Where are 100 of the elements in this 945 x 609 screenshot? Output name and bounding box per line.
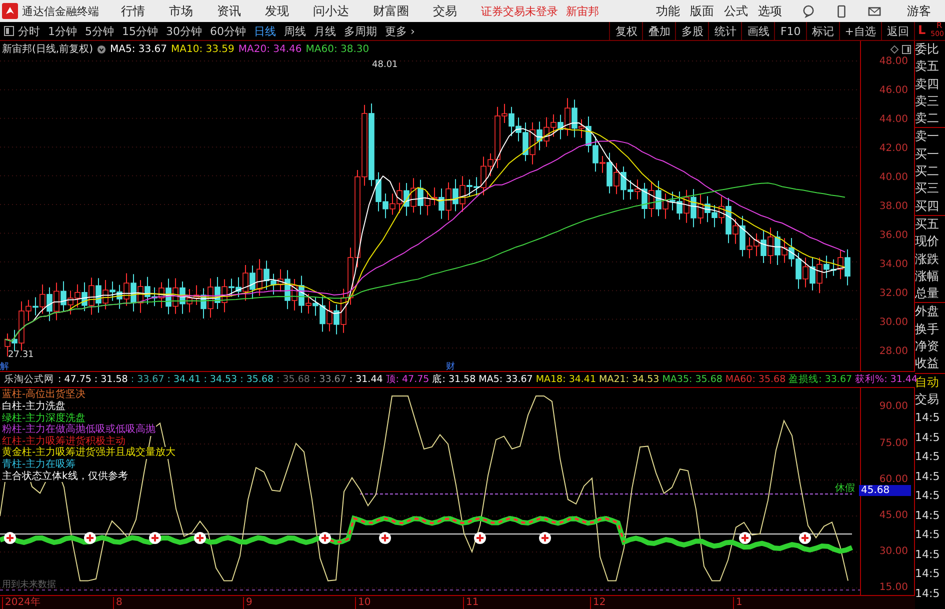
future-data-note: 用到未来数据	[2, 580, 56, 590]
indicator-value: : 31.44	[349, 374, 383, 386]
quote-label: 买四	[915, 198, 940, 215]
axis-label: 32.00	[878, 289, 909, 299]
ma-value: MA10: 33.59	[171, 44, 234, 54]
quote-label: 涨幅	[915, 268, 940, 285]
trade-time: 14:5	[915, 586, 941, 602]
indicator-value: : 47.75	[58, 374, 92, 386]
trade-time: 14:5	[915, 488, 941, 504]
indicator-value: : 31.58	[94, 374, 128, 386]
quote-label: 买一	[915, 146, 940, 163]
ma-value: MA60: 38.30	[306, 44, 370, 54]
axis-label: 38.00	[878, 202, 909, 212]
panel-toggle-icon[interactable]	[4, 26, 14, 36]
logo-icon	[2, 3, 18, 19]
axis-label: 34.00	[878, 260, 909, 270]
axis-label: 28.00	[878, 347, 909, 357]
menu-item[interactable]: 财富圈	[373, 2, 409, 20]
menu-item[interactable]: 版面	[690, 2, 714, 20]
quote-label: 涨跌	[915, 250, 940, 268]
legend-item: 黄金柱-主力吸筹进货强并且成交量放大	[2, 447, 176, 459]
legend-item: 白柱-主力洗盘	[2, 400, 66, 413]
ma-value: MA5: 33.67	[110, 44, 167, 54]
guest-user[interactable]: 游客	[907, 2, 931, 20]
more-tab[interactable]: 更多 ›	[385, 24, 415, 38]
auto-label[interactable]: 自动	[915, 372, 945, 391]
period-tab[interactable]: 月线	[314, 24, 336, 38]
panel-toggle-icon[interactable]	[902, 44, 911, 54]
event-marker[interactable]: 财	[446, 362, 455, 371]
trade-time: 14:5	[915, 527, 941, 544]
quote-label: 现价	[915, 233, 940, 250]
axis-label: 46.00	[878, 86, 909, 96]
menu-item[interactable]: 交易	[433, 2, 457, 20]
period-tab[interactable]: 30分钟	[166, 24, 202, 38]
quote-label: 卖二	[915, 110, 940, 128]
menu-item[interactable]: 公式	[724, 2, 748, 20]
quote-label: 收益	[915, 355, 940, 372]
period-tab[interactable]: 15分钟	[122, 24, 158, 38]
quote-label: 换手	[915, 320, 940, 338]
quote-label: 外盘	[915, 302, 945, 321]
axis-label: 30.00	[878, 547, 909, 558]
trade-time: 14:5	[915, 566, 941, 582]
period-tab[interactable]: 周线	[284, 24, 306, 38]
trade-time: 14:5	[915, 468, 941, 485]
indicator-value: MA35: 35.68	[662, 374, 722, 386]
quote-label: 卖一	[915, 127, 945, 146]
menu-item[interactable]: 选项	[758, 2, 782, 20]
indicator-value: : 35.68	[240, 374, 274, 386]
quote-label: 买三	[915, 180, 940, 198]
menu-item[interactable]: 问小达	[313, 2, 349, 20]
indicator-value: 获利%: 31.44	[855, 373, 918, 386]
menu-item[interactable]: 行情	[121, 2, 145, 20]
date-label: 11	[463, 597, 479, 609]
axis-label: 44.00	[878, 115, 909, 125]
legend-item: 蓝柱-高位出货坚决	[2, 389, 86, 401]
trade-label: 交易	[915, 390, 940, 408]
period-tab[interactable]: 1分钟	[48, 24, 77, 38]
period-tab[interactable]: 多周期	[344, 24, 377, 38]
menu-item[interactable]: 功能	[656, 2, 680, 20]
menu-item[interactable]: 市场	[169, 2, 193, 20]
mail-icon[interactable]	[868, 4, 881, 18]
phone-icon[interactable]	[835, 4, 848, 18]
axis-label: 90.00	[878, 402, 909, 412]
date-label: 8	[113, 597, 122, 609]
login-notice[interactable]: 证券交易未登录	[481, 4, 558, 18]
axis-label: 30.00	[878, 318, 909, 328]
period-tab[interactable]: 分时	[18, 24, 40, 38]
high-price-label: 48.01	[372, 60, 398, 70]
menu-item[interactable]: 资讯	[217, 2, 241, 20]
indicator-value: MA60: 35.68	[725, 374, 786, 386]
date-label: 9	[243, 597, 252, 609]
event-marker[interactable]: 解	[0, 362, 9, 371]
legend-item: 青柱-主力在吸筹	[2, 458, 76, 471]
axis-label: 42.00	[878, 144, 909, 154]
current-value-badge: 45.68	[859, 485, 911, 496]
corner-label: L	[918, 23, 926, 37]
indicator-name: 乐淘公式网	[4, 373, 54, 386]
app-title: 通达信金融终端	[22, 4, 99, 18]
indicator-value: : 33.67	[312, 374, 346, 386]
quote-label: 总量	[915, 285, 940, 302]
quote-label: 买五	[915, 214, 945, 234]
period-tab[interactable]: 日线	[254, 24, 276, 38]
menu-item[interactable]: 发现	[265, 2, 289, 20]
indicator-value: 底: 31.58	[432, 373, 476, 386]
date-label: 10	[355, 597, 371, 609]
settings-icon[interactable]	[96, 44, 106, 54]
status-tag: 休假	[835, 483, 855, 494]
axis-label: 40.00	[878, 173, 909, 183]
quote-label: 委比	[915, 41, 940, 58]
trade-time: 14:5	[915, 449, 941, 466]
diamond-icon[interactable]	[890, 44, 899, 54]
axis-label: 45.00	[878, 510, 909, 521]
chart-title: 新宙邦(日线,前复权)	[2, 42, 93, 56]
legend-item: 粉柱-主力在做高抛低吸或低吸高抛	[2, 424, 156, 436]
stock-name: 新宙邦	[566, 4, 599, 18]
quote-label: 净资	[915, 338, 940, 356]
period-tab[interactable]: 60分钟	[210, 24, 246, 38]
date-label: 12	[590, 597, 606, 609]
period-tab[interactable]: 5分钟	[85, 24, 114, 38]
chat-icon[interactable]	[802, 4, 815, 18]
